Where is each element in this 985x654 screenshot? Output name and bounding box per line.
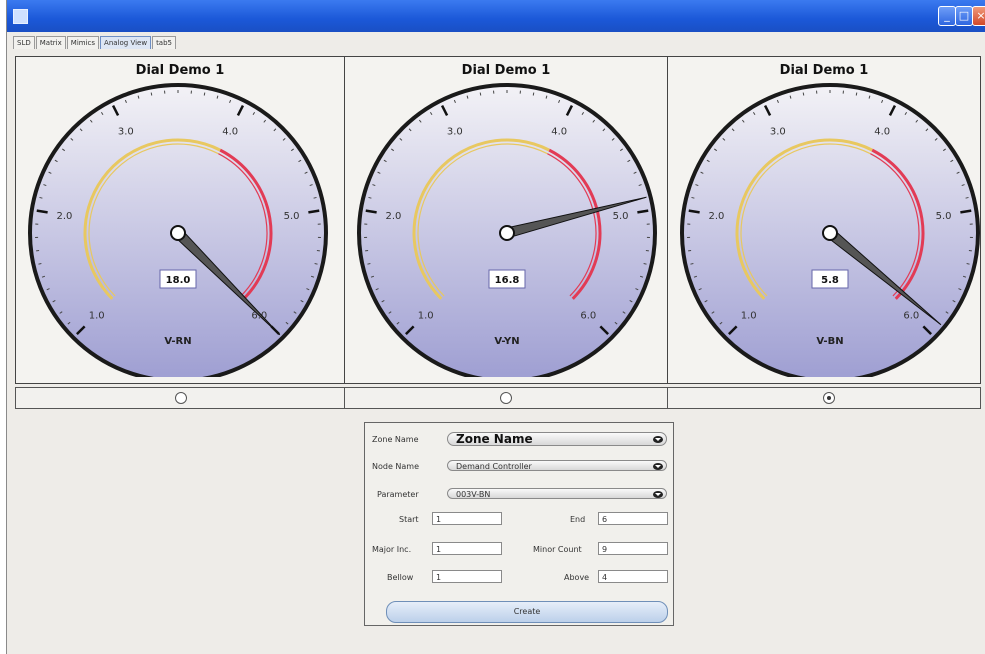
end-field[interactable]: 6 — [598, 512, 668, 525]
tick-label: 1.0 — [741, 310, 757, 321]
tab-tab5[interactable]: tab5 — [152, 36, 176, 49]
major-tick — [36, 209, 48, 214]
minor-tick — [643, 263, 647, 265]
node-name-select[interactable]: Demand Controller — [447, 460, 667, 471]
dial-select-cell-3 — [668, 388, 980, 408]
minor-count-label: Minor Count — [533, 545, 582, 554]
below-label: Bellow — [387, 573, 414, 582]
unit-label: V-RN — [164, 336, 191, 347]
readout-value: 5.8 — [821, 275, 839, 286]
dial-panel-2: Dial Demo 1 1.0 2.0 3.0 4.0 5.0 6.0 V-YN 16.8 — [345, 57, 668, 383]
above-field[interactable]: 4 — [598, 570, 668, 583]
tick-label: 5.0 — [936, 211, 952, 222]
dial-panel-3: Dial Demo 1 1.0 2.0 3.0 4.0 5.0 6.0 V-BN 5.8 — [668, 57, 980, 383]
below-field[interactable]: 1 — [432, 570, 502, 583]
dials-area: Dial Demo 1 1.0 2.0 3.0 4.0 5.0 6.0 V-RN 18.0 D… — [15, 56, 981, 384]
dial-title: Dial Demo 1 — [461, 63, 551, 78]
title-bar[interactable]: _ □ × — [7, 0, 985, 32]
create-button[interactable]: Create — [386, 601, 668, 623]
tick-label: 4.0 — [874, 127, 890, 138]
zone-name-label: Zone Name — [372, 435, 419, 444]
dial-title: Dial Demo 1 — [135, 63, 225, 78]
maximize-icon[interactable]: □ — [955, 6, 973, 26]
unit-label: V-YN — [494, 336, 519, 347]
major-inc-field[interactable]: 1 — [432, 542, 502, 555]
node-name-label: Node Name — [372, 462, 420, 471]
tick-label: 1.0 — [418, 310, 434, 321]
tab-strip: SLD Matrix Mimics Analog View tab5 — [13, 36, 177, 50]
tick-label: 2.0 — [385, 211, 401, 222]
dial-gauge-1: 1.02.03.04.05.06.0V-RN18.0 — [28, 83, 328, 377]
minimize-icon[interactable]: _ — [938, 6, 956, 26]
needle-hub — [822, 225, 838, 241]
parameter-label: Parameter — [377, 490, 419, 499]
tick-label: 2.0 — [56, 211, 72, 222]
tick-label: 3.0 — [118, 127, 134, 138]
node-name-value: Demand Controller — [456, 462, 532, 471]
readout-value: 18.0 — [166, 275, 191, 286]
major-tick — [637, 209, 649, 214]
app-icon — [13, 9, 28, 24]
tab-analog-view[interactable]: Analog View — [100, 36, 152, 49]
above-label: Above — [564, 573, 590, 582]
dial-1-radio[interactable] — [175, 392, 187, 404]
dial-2-radio[interactable] — [500, 392, 512, 404]
tick-label: 5.0 — [284, 211, 300, 222]
tick-label: 2.0 — [708, 211, 724, 222]
tick-label: 4.0 — [551, 127, 567, 138]
minor-tick — [203, 92, 206, 96]
end-label: End — [570, 515, 586, 524]
dial-gauge-2: 1.0 2.0 3.0 4.0 5.0 6.0 V-YN 16.8 — [357, 83, 657, 377]
minor-tick — [150, 92, 153, 96]
dial-title: Dial Demo 1 — [779, 63, 869, 78]
tab-sld[interactable]: SLD — [13, 36, 35, 49]
tick-label: 6.0 — [903, 310, 919, 321]
close-icon[interactable]: × — [972, 6, 985, 26]
tick-label: 5.0 — [613, 211, 629, 222]
minor-tick — [532, 92, 535, 96]
minor-tick — [690, 263, 694, 265]
major-tick — [960, 209, 972, 214]
tick-label: 3.0 — [770, 127, 786, 138]
minor-tick — [855, 92, 858, 96]
tick-label: 6.0 — [580, 310, 596, 321]
dial-select-cell-2 — [345, 388, 668, 408]
dial-gauge-3: 1.0 2.0 3.0 4.0 5.0 6.0 V-BN 5.8 — [680, 83, 980, 377]
zone-name-select[interactable]: Zone Name — [447, 432, 667, 446]
major-inc-label: Major Inc. — [372, 545, 412, 554]
dial-3-radio[interactable] — [823, 392, 835, 404]
major-tick — [365, 209, 377, 214]
tab-matrix[interactable]: Matrix — [35, 36, 66, 49]
major-tick — [688, 209, 700, 214]
tick-label: 1.0 — [89, 310, 105, 321]
minor-tick — [38, 263, 42, 265]
dial-panel-1: Dial Demo 1 1.02.03.04.05.06.0V-RN18.0 — [16, 57, 345, 383]
chevron-down-icon — [653, 436, 663, 443]
parameter-select[interactable]: 003V-BN — [447, 488, 667, 499]
needle-hub — [499, 225, 515, 241]
unit-label: V-BN — [816, 336, 843, 347]
tick-label: 3.0 — [447, 127, 463, 138]
minor-tick — [479, 92, 482, 96]
zone-name-value: Zone Name — [456, 432, 533, 446]
major-tick — [308, 209, 320, 214]
tab-mimics[interactable]: Mimics — [66, 36, 100, 49]
parameter-value: 003V-BN — [456, 490, 491, 499]
chevron-down-icon — [653, 463, 663, 470]
minor-count-field[interactable]: 9 — [598, 542, 668, 555]
minor-tick — [966, 263, 970, 265]
minor-tick — [367, 263, 371, 265]
minor-tick — [802, 92, 805, 96]
start-field[interactable]: 1 — [432, 512, 502, 525]
dial-config-form: Zone Name Zone Name Node Name Demand Con… — [364, 422, 674, 626]
minor-tick — [314, 263, 318, 265]
dial-select-cell-1 — [16, 388, 345, 408]
start-label: Start — [399, 515, 419, 524]
readout-value: 16.8 — [495, 275, 520, 286]
tick-label: 4.0 — [222, 127, 238, 138]
dial-select-row — [15, 387, 981, 409]
chevron-down-icon — [653, 491, 663, 498]
needle-hub — [170, 225, 186, 241]
